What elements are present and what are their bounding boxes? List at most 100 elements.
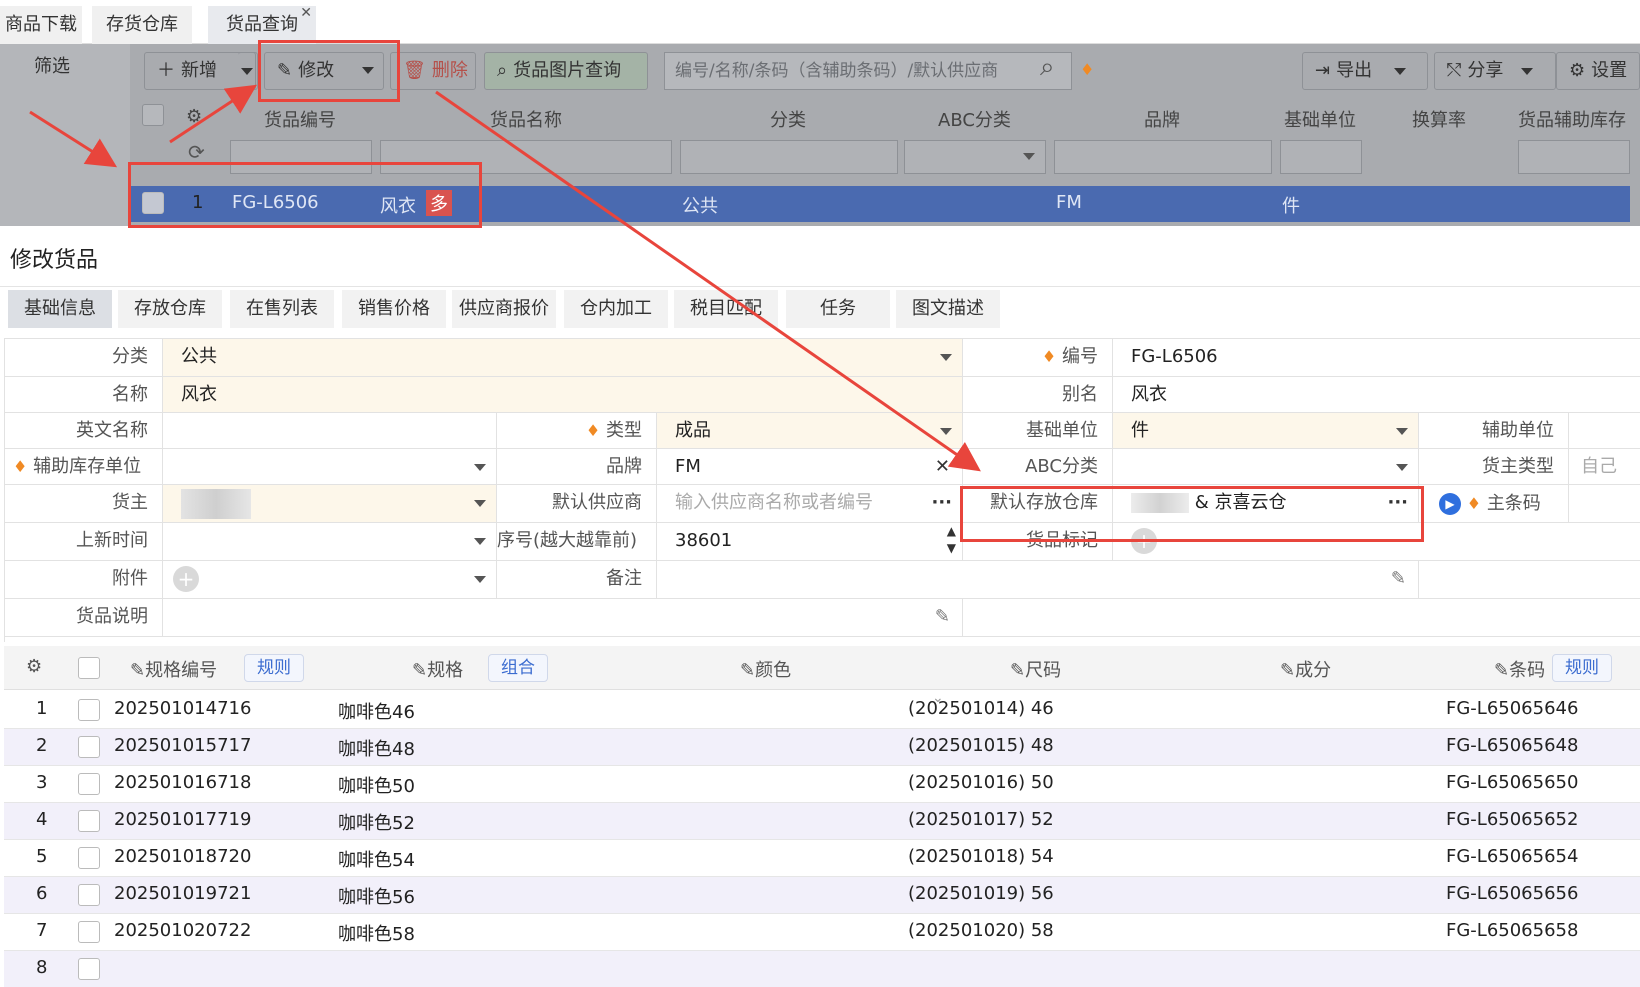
barcode-value[interactable]: FG-L65065656	[1446, 883, 1578, 904]
edit-icon[interactable]: ✎	[935, 599, 950, 635]
col-header-composition[interactable]: ✎成分	[1280, 656, 1331, 682]
col-header-category[interactable]: 分类	[770, 106, 806, 132]
table-row[interactable]: 2 202501015717 咖啡色48 (202501015) 48 FG-L6506…	[4, 729, 1640, 766]
size-value[interactable]: (202501015) 48	[908, 735, 1054, 756]
spec-code[interactable]: 202501019721	[114, 883, 251, 904]
spec-name[interactable]: 咖啡色54	[338, 846, 415, 872]
table-row[interactable]: 8	[4, 951, 1640, 987]
stepper-arrows-icon[interactable]: ▲ ▼	[947, 523, 956, 557]
filter-category-input[interactable]	[680, 140, 898, 174]
settings-button[interactable]: ⚙ 设置	[1556, 52, 1640, 90]
barcode-value[interactable]: FG-L65065658	[1446, 920, 1578, 941]
tab-on-sale[interactable]: 在售列表	[230, 290, 334, 328]
tab-sale-price[interactable]: 销售价格	[342, 290, 446, 328]
col-header-unit[interactable]: 基础单位	[1284, 106, 1356, 132]
owner-select[interactable]	[163, 485, 497, 523]
col-header-code[interactable]: 货品编号	[264, 106, 336, 132]
spec-name[interactable]: 咖啡色48	[338, 735, 415, 761]
barcode-value[interactable]: FG-L65065654	[1446, 846, 1578, 867]
tab-description[interactable]: 图文描述	[896, 290, 1000, 328]
table-row[interactable]: 5 202501018720 咖啡色54 (202501018) 54 FG-L6506…	[4, 840, 1640, 877]
type-select[interactable]: 成品	[657, 413, 963, 449]
col-header-rate[interactable]: 换算率	[1412, 106, 1466, 132]
size-value[interactable]: (202501020) 58	[908, 920, 1054, 941]
row-checkbox[interactable]	[78, 736, 100, 758]
filter-brand-input[interactable]	[1054, 140, 1272, 174]
size-value[interactable]: (202501019) 56	[908, 883, 1054, 904]
spec-code[interactable]: 202501015717	[114, 735, 251, 756]
search-input[interactable]: 编号/名称/条码（含辅助条码）/默认供应商	[664, 52, 1072, 90]
row-checkbox[interactable]	[78, 810, 100, 832]
refresh-icon[interactable]: ⟳	[188, 140, 205, 164]
gear-icon[interactable]: ⚙	[186, 106, 202, 127]
close-icon[interactable]: ✕	[300, 0, 312, 32]
remark-field[interactable]: ✎	[657, 561, 1419, 599]
barcode-rule-button[interactable]: 规则	[1552, 654, 1612, 682]
filter-label[interactable]: 筛选	[34, 52, 70, 78]
barcode-value[interactable]: FG-L65065650	[1446, 772, 1578, 793]
size-value[interactable]: (202501018) 54	[908, 846, 1054, 867]
barcode-value[interactable]: FG-L65065652	[1446, 809, 1578, 830]
gear-icon[interactable]: ⚙	[26, 656, 42, 677]
aux-stock-unit-select[interactable]	[163, 449, 497, 485]
col-header-spec-code[interactable]: ✎规格编号	[130, 656, 217, 682]
owner-type-field[interactable]: 自己	[1569, 449, 1640, 485]
spec-code[interactable]: 202501014716	[114, 698, 251, 719]
aux-unit-field[interactable]	[1569, 413, 1640, 449]
rule-button[interactable]: 规则	[244, 654, 304, 682]
add-dropdown-button[interactable]	[238, 52, 258, 90]
col-header-spec[interactable]: ✎规格	[412, 656, 463, 682]
size-value[interactable]: (202501014) 46	[908, 698, 1054, 719]
code-field[interactable]: FG-L6506	[1113, 339, 1640, 377]
spec-code[interactable]: 202501018720	[114, 846, 251, 867]
col-header-color[interactable]: ✎颜色	[740, 656, 791, 682]
spec-name[interactable]: 咖啡色58	[338, 920, 415, 946]
seq-stepper[interactable]: 38601 ▲ ▼	[657, 523, 963, 561]
abc-select[interactable]	[1113, 449, 1419, 485]
tab-stock-warehouse[interactable]: 存货仓库	[92, 6, 192, 44]
row-checkbox[interactable]	[78, 847, 100, 869]
launch-date-picker[interactable]	[163, 523, 497, 561]
spec-code[interactable]: 202501016718	[114, 772, 251, 793]
spec-code[interactable]: 202501017719	[114, 809, 251, 830]
main-barcode-field[interactable]	[1569, 485, 1640, 523]
export-button[interactable]: ⇥ 导出	[1302, 52, 1428, 90]
table-row[interactable]: 3 202501016718 咖啡色50 (202501016) 50 FG-L6506…	[4, 766, 1640, 803]
clear-icon[interactable]: ✕	[935, 449, 950, 485]
tab-goods-query[interactable]: 货品查询 ✕	[208, 5, 316, 44]
filter-unit-input[interactable]	[1280, 140, 1362, 174]
spec-name[interactable]: 咖啡色50	[338, 772, 415, 798]
table-row[interactable]: 7 202501020722 咖啡色58 (202501020) 58 FG-L6506…	[4, 914, 1640, 951]
col-header-name[interactable]: 货品名称	[490, 106, 562, 132]
row-checkbox[interactable]	[78, 773, 100, 795]
col-header-abc[interactable]: ABC分类	[938, 106, 1011, 132]
table-row[interactable]: 4 202501017719 咖啡色52 (202501017) 52 FG-L6506…	[4, 803, 1640, 840]
table-row[interactable]: 1 202501014716 咖啡色46 (202501014) 46 FG-L6506…	[4, 692, 1640, 729]
size-value[interactable]: (202501017) 52	[908, 809, 1054, 830]
share-button[interactable]: ⤲ 分享	[1434, 52, 1556, 90]
filter-abc-select[interactable]	[904, 140, 1046, 174]
desc-field[interactable]: ✎	[163, 599, 963, 637]
spec-name[interactable]: 咖啡色46	[338, 698, 415, 724]
row-checkbox[interactable]	[78, 884, 100, 906]
brand-field[interactable]: FM ✕	[657, 449, 963, 485]
tab-processing[interactable]: 仓内加工	[564, 290, 668, 328]
category-select[interactable]: 公共	[163, 339, 963, 377]
search-icon[interactable]: ⌕	[1040, 52, 1055, 83]
row-checkbox[interactable]	[78, 921, 100, 943]
table-row[interactable]: 6 202501019721 咖啡色56 (202501019) 56 FG-L6506…	[4, 877, 1640, 914]
more-icon[interactable]: ···	[931, 485, 952, 521]
tab-basic-info[interactable]: 基础信息	[8, 290, 112, 328]
col-header-barcode[interactable]: ✎条码	[1494, 656, 1545, 682]
col-header-aux-stock[interactable]: 货品辅助库存	[1518, 106, 1626, 132]
tab-tax[interactable]: 税目匹配	[674, 290, 778, 328]
filter-aux-input[interactable]	[1518, 140, 1630, 174]
image-query-button[interactable]: ⌕ 货品图片查询	[484, 52, 648, 90]
play-icon[interactable]: ▶	[1439, 493, 1461, 515]
col-header-brand[interactable]: 品牌	[1144, 106, 1180, 132]
attach-field[interactable]: +	[163, 561, 497, 599]
spec-code[interactable]: 202501020722	[114, 920, 251, 941]
add-attachment-icon[interactable]: +	[173, 566, 199, 592]
edit-icon[interactable]: ✎	[1391, 561, 1406, 597]
supplier-input[interactable]: 输入供应商名称或者编号 ···	[657, 485, 963, 523]
